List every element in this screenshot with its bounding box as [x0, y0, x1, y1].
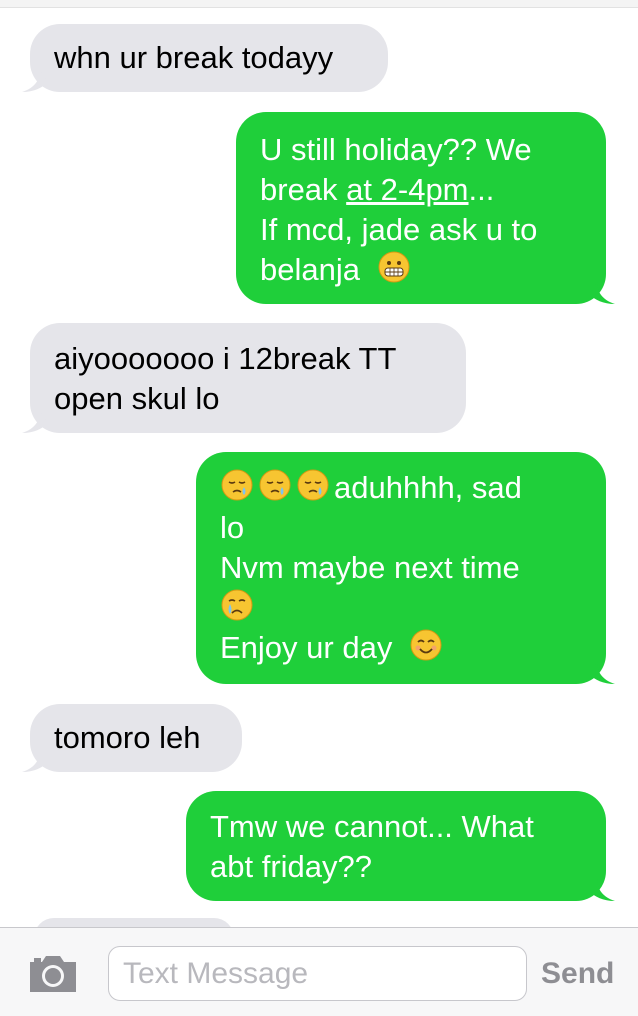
camera-icon[interactable]	[26, 952, 80, 994]
crying-face-icon	[221, 589, 253, 621]
smiling-face-icon	[410, 629, 442, 661]
message-bubble-outgoing[interactable]: aduhhhh, sad lo Nvm maybe next time Enjo…	[196, 452, 615, 684]
message-text-line: Nvm maybe next time	[220, 550, 520, 585]
bubble-tail	[22, 411, 48, 433]
send-button[interactable]: Send	[541, 956, 625, 992]
messages-screen: whn ur break todayy U still holiday?? We…	[0, 0, 638, 1016]
message-input[interactable]	[123, 955, 513, 993]
message-text-line: open skul lo	[54, 381, 220, 416]
message-text: tomoro leh	[54, 720, 201, 755]
message-text-line	[220, 588, 582, 628]
message-text: whn ur break todayy	[54, 40, 334, 75]
message-text-line: aiyooooooo i 12break TT	[54, 341, 397, 376]
message-text-line: If mcd, jade ask u to	[260, 212, 538, 247]
bubble-tail	[589, 879, 615, 901]
message-text-line: belanja	[260, 250, 582, 290]
message-bubble-outgoing[interactable]: U still holiday?? We break at 2-4pm... I…	[236, 112, 615, 304]
top-divider	[0, 0, 638, 8]
bubble-tail	[589, 282, 615, 304]
sleepy-face-icon	[259, 469, 291, 501]
message-bubble-outgoing[interactable]: Tmw we cannot... What abt friday??	[186, 791, 615, 901]
grimacing-face-icon	[378, 251, 410, 283]
message-text-line: break at 2-4pm...	[260, 172, 495, 207]
message-text-line: U still holiday?? We	[260, 132, 532, 167]
message-text-line: Tmw we cannot... What	[210, 809, 534, 844]
time-link[interactable]: at 2-4pm	[346, 172, 468, 207]
message-text-line: aduhhhh, sad	[220, 468, 582, 508]
compose-bar: Send	[0, 927, 638, 1016]
bubble-tail	[22, 750, 48, 772]
sleepy-face-icon	[221, 469, 253, 501]
message-text-line: abt friday??	[210, 849, 372, 884]
bubble-tail	[22, 70, 48, 92]
message-bubble-incoming[interactable]: whn ur break todayy	[22, 24, 388, 92]
message-text-line: Enjoy ur day	[220, 628, 582, 668]
bubble-tail	[589, 662, 615, 684]
message-bubble-incoming[interactable]: tomoro leh	[22, 704, 242, 772]
message-text-line: lo	[220, 510, 245, 545]
message-input-field[interactable]	[108, 946, 527, 1001]
message-bubble-incoming[interactable]: aiyooooooo i 12break TT open skul lo	[22, 323, 466, 433]
sleepy-face-icon	[297, 469, 329, 501]
